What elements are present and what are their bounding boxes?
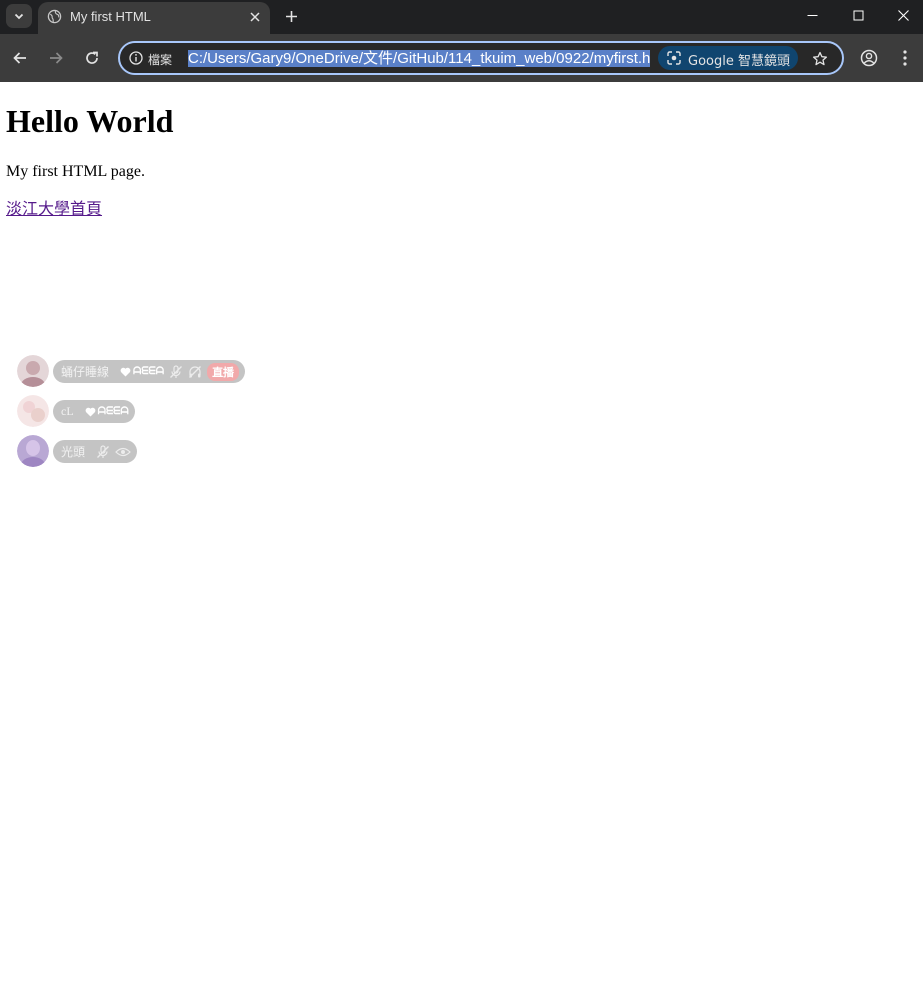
url-input[interactable]: C:/Users/Gary9/OneDrive/文件/GitHub/114_tk… [188,49,650,68]
heart-icon [85,407,96,416]
more-vert-icon [903,50,907,66]
info-icon[interactable] [129,51,143,65]
badge-text: ᗩᗴᗴᗩ [97,406,129,417]
voice-user-name: cL [61,404,74,418]
badge-text: ᗩᗴᗴᗩ [133,366,165,377]
headphones-muted-icon [189,365,202,378]
new-tab-button[interactable] [280,5,302,27]
lens-label: Google 智慧鏡頭 [688,54,790,69]
user-avatar [17,395,49,427]
back-button[interactable] [8,46,32,70]
page-heading: Hello World [6,103,174,139]
page-paragraph: My first HTML page. [6,163,145,180]
voice-user-pill: 光頭 [53,440,138,463]
user-avatar [17,355,49,387]
heart-badge: ᗩᗴᗴᗩ [120,366,164,377]
address-bar[interactable]: 檔案 C:/Users/Gary9/OneDrive/文件/GitHub/114… [118,41,844,75]
voice-user-name: 光頭 [61,445,86,459]
eye-icon [115,447,131,456]
tab-search-button[interactable] [6,4,32,28]
plus-icon [285,10,297,22]
browser-menu-button[interactable] [895,47,915,69]
arrow-right-icon [50,52,63,64]
tab-close-button[interactable] [246,8,264,26]
voice-user-pill: 蛹仔睡線 ᗩᗴᗴᗩ 直播 [53,360,246,383]
mic-muted-icon [170,364,183,378]
google-lens-button[interactable]: Google 智慧鏡頭 [658,46,798,70]
reload-button[interactable] [80,46,104,70]
forward-button[interactable] [44,46,68,70]
minimize-icon [807,14,817,16]
window-maximize-button[interactable] [835,0,881,30]
close-icon [250,12,260,22]
star-icon [812,51,828,66]
user-avatar [17,435,49,467]
close-icon [897,9,909,21]
voice-user-name: 蛹仔睡線 [61,365,110,379]
heart-badge: ᗩᗴᗴᗩ [85,406,129,417]
browser-tab-active[interactable]: My first HTML [38,2,270,34]
url-selected-text: C:/Users/Gary9/OneDrive/文件/GitHub/114_tk… [188,50,650,67]
lens-icon [667,51,681,65]
chevron-down-icon [14,13,24,20]
profile-button[interactable] [858,47,880,69]
globe-icon [47,9,62,24]
mic-muted-icon [97,444,109,458]
arrow-left-icon [13,52,26,64]
account-icon [860,49,878,67]
heart-icon [120,367,131,376]
browser-toolbar: 檔案 C:/Users/Gary9/OneDrive/文件/GitHub/114… [0,34,923,82]
window-minimize-button[interactable] [789,0,835,30]
bookmark-button[interactable] [810,49,830,69]
tab-strip: My first HTML [0,0,923,34]
tku-homepage-link[interactable]: 淡江大學首頁 [6,200,102,220]
window-close-button[interactable] [880,0,923,30]
maximize-icon [853,10,863,20]
voice-user-pill: cL ᗩᗴᗴᗩ [53,400,135,423]
tab-title: My first HTML [70,9,151,24]
site-info-label[interactable]: 檔案 [148,51,172,68]
reload-icon [86,51,98,64]
page-viewport: Hello World My first HTML page. 淡江大學首頁 蛹… [0,82,923,997]
live-badge: 直播 [207,362,240,381]
